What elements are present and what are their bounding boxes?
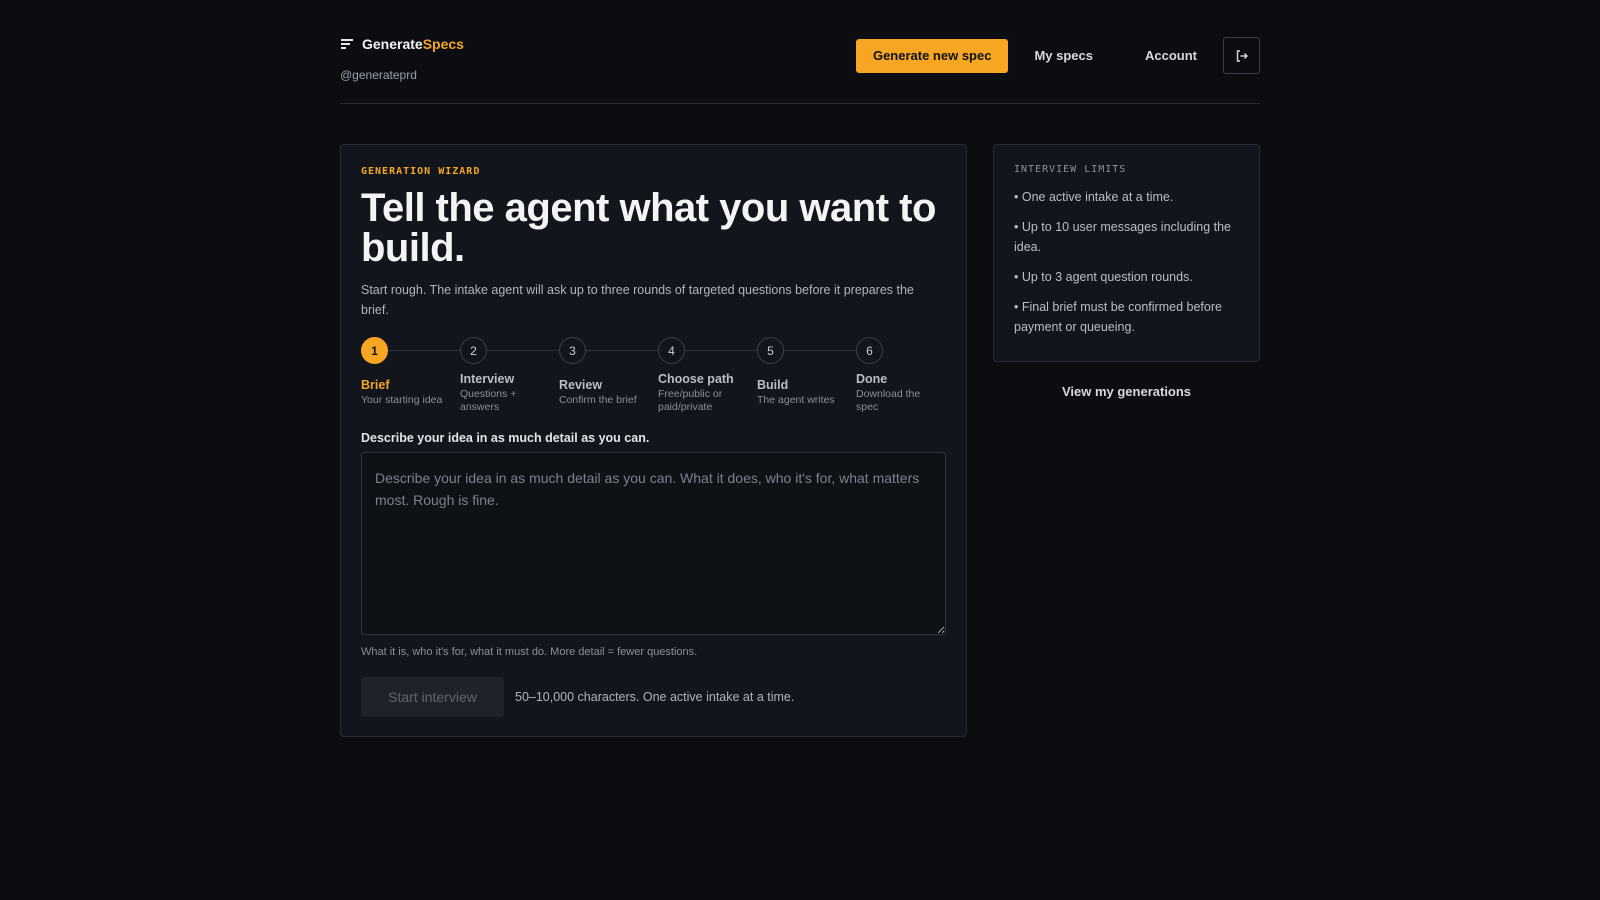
brand-name-accent: Specs (422, 36, 464, 52)
start-interview-button[interactable]: Start interview (361, 677, 504, 717)
view-my-generations-link[interactable]: View my generations (993, 384, 1260, 399)
step-label: Done (856, 372, 888, 386)
idea-field-label: Describe your idea in as much detail as … (361, 431, 650, 445)
idea-textarea[interactable] (361, 452, 946, 635)
step-label: Build (757, 378, 789, 392)
logout-icon (1236, 49, 1248, 62)
limit-item: • Up to 10 user messages including the i… (1014, 220, 1231, 254)
page-subtitle: Start rough. The intake agent will ask u… (361, 283, 914, 317)
wizard-eyebrow: GENERATION WIZARD (361, 166, 481, 177)
step-label: Brief (361, 378, 390, 392)
limits-title: INTERVIEW LIMITS (1014, 164, 1127, 175)
step-description: The agent writes (757, 394, 835, 406)
step-number: 3 (559, 337, 586, 364)
step-description: Your starting idea (361, 394, 443, 406)
interview-limits-panel: INTERVIEW LIMITS • One active intake at … (993, 144, 1260, 362)
limit-item: • Up to 3 agent question rounds. (1014, 270, 1193, 284)
idea-hint: What it is, who it's for, what it must d… (361, 646, 698, 658)
step-label: Review (559, 378, 603, 392)
step-done: 6 Done Download the spec (856, 337, 936, 414)
step-number: 6 (856, 337, 883, 364)
step-number: 4 (658, 337, 685, 364)
limit-item: • One active intake at a time. (1014, 190, 1174, 204)
generate-new-spec-button[interactable]: Generate new spec (855, 38, 1009, 73)
step-description: Download the spec (856, 388, 921, 413)
step-brief: 1 Brief Your starting idea (361, 337, 453, 407)
brand-name-main: Generate (362, 36, 423, 52)
logout-button[interactable] (1223, 37, 1260, 74)
step-label: Interview (460, 372, 515, 386)
generation-wizard-card: GENERATION WIZARD Tell the agent what yo… (340, 144, 967, 737)
user-handle: @generateprd (340, 68, 417, 82)
step-build: 5 Build The agent writes (757, 337, 849, 407)
filter-icon (341, 39, 353, 49)
step-description: Free/public or paid/private (658, 388, 723, 413)
step-choose-path: 4 Choose path Free/public or paid/privat… (658, 337, 750, 414)
step-number: 1 (361, 337, 388, 364)
brand-name: GenerateSpecs (362, 36, 464, 52)
step-number: 5 (757, 337, 784, 364)
my-specs-link[interactable]: My specs (1008, 39, 1119, 73)
wizard-stepper: 1 Brief Your starting idea 2 Interview Q… (361, 337, 951, 417)
step-label: Choose path (658, 372, 734, 386)
page-title: Tell the agent what you want to build. (361, 186, 936, 270)
brand-logo[interactable]: GenerateSpecs (340, 36, 464, 52)
step-interview: 2 Interview Questions + answers (460, 337, 552, 414)
top-header: GenerateSpecs @generateprd Generate new … (340, 30, 1260, 104)
step-review: 3 Review Confirm the brief (559, 337, 651, 407)
limit-item: • Final brief must be confirmed before p… (1014, 300, 1222, 334)
step-number: 2 (460, 337, 487, 364)
step-description: Confirm the brief (559, 394, 637, 406)
step-description: Questions + answers (460, 388, 517, 413)
top-nav: Generate new spec My specs Account (855, 37, 1260, 74)
character-limit-note: 50–10,000 characters. One active intake … (515, 690, 795, 704)
account-link[interactable]: Account (1119, 39, 1223, 73)
